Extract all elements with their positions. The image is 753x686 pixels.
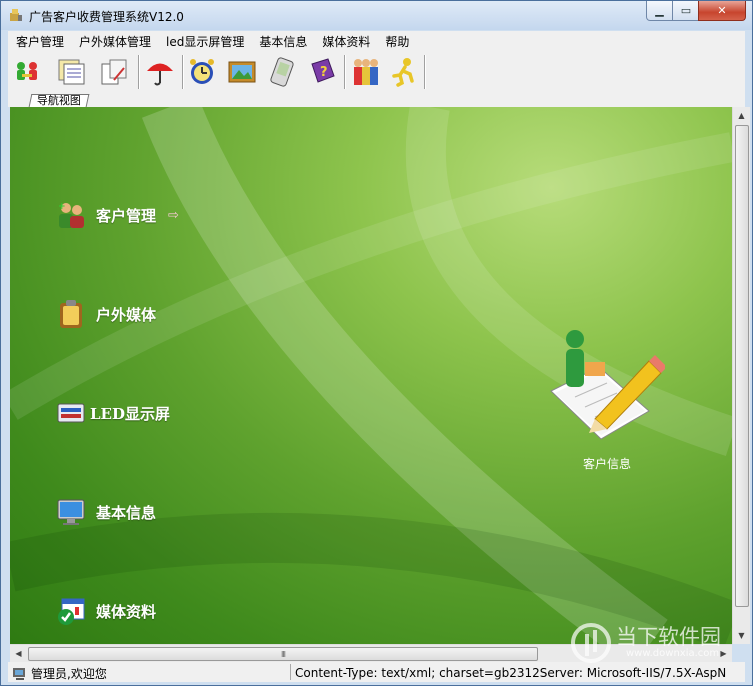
customer-info-icon[interactable]: [545, 327, 667, 452]
menu-bar: 客户管理 户外媒体管理 led显示屏管理 基本信息 媒体资料 帮助: [8, 31, 745, 50]
media-check-icon: [54, 594, 88, 628]
alarm-clock-icon: [190, 59, 214, 84]
toolbar-users-button[interactable]: [10, 54, 46, 90]
status-user-text: 管理员,欢迎您: [31, 667, 107, 681]
close-button[interactable]: ✕: [698, 1, 746, 21]
customer-icon: +: [54, 198, 88, 232]
nav-label-customer: 客户管理: [96, 206, 157, 225]
toolbar-help-button[interactable]: ?: [304, 54, 340, 90]
clipboard-icon: [54, 297, 88, 331]
scroll-left-arrow-icon[interactable]: ◀: [10, 645, 27, 662]
svg-text:?: ?: [320, 65, 328, 80]
scroll-up-arrow-icon[interactable]: ▲: [733, 107, 750, 124]
edit-documents-icon: [101, 59, 127, 85]
nav-label-basic-info: 基本信息: [96, 503, 157, 522]
nav-outdoor-media[interactable]: 户外媒体: [54, 297, 156, 331]
watermark-url: www.downxia.com: [626, 648, 720, 659]
menu-help[interactable]: 帮助: [377, 31, 416, 50]
help-book-icon: ?: [311, 58, 335, 83]
nav-led-screen[interactable]: LED显示屏: [54, 396, 170, 430]
tab-strip: 导航视图: [8, 94, 745, 107]
nav-label-media-data: 媒体资料: [96, 602, 157, 621]
status-divider: [290, 664, 291, 680]
exit-runner-icon: [392, 58, 414, 87]
watermark-text: 当下软件园: [616, 625, 721, 649]
tab-navigation-view[interactable]: 导航视图: [28, 94, 90, 107]
toolbar: ?: [8, 50, 745, 94]
arrow-right-icon: ⇨: [168, 207, 179, 223]
vertical-scroll-thumb[interactable]: [735, 125, 749, 607]
pda-icon: [270, 57, 294, 87]
computer-icon: [13, 667, 25, 680]
picture-icon: [228, 61, 256, 83]
documents-icon: [58, 59, 85, 85]
maximize-icon: ▭: [680, 4, 692, 17]
menu-led[interactable]: led显示屏管理: [158, 31, 251, 50]
title-bar[interactable]: 广告客户收费管理系统V12.0 ▁ ▭ ✕: [1, 1, 752, 30]
app-window: 广告客户收费管理系统V12.0 ▁ ▭ ✕ 客户管理 户外媒体管理 led显示屏…: [0, 0, 753, 686]
toolbar-pda-button[interactable]: [264, 54, 300, 90]
app-icon: [10, 9, 22, 21]
toolbar-documents-button[interactable]: [54, 54, 90, 90]
toolbar-edit-button[interactable]: [96, 54, 132, 90]
led-icon: [54, 396, 88, 430]
toolbar-separator: [424, 55, 426, 89]
toolbar-umbrella-button[interactable]: [142, 54, 178, 90]
users-icon: [17, 62, 37, 80]
nav-label-outdoor: 户外媒体: [96, 305, 157, 324]
svg-text:+: +: [58, 202, 66, 212]
nav-label-led: LED显示屏: [90, 404, 170, 423]
scroll-grip-icon: III: [280, 649, 286, 659]
customer-info-label[interactable]: 客户信息: [583, 455, 631, 472]
toolbar-separator: [138, 55, 140, 89]
toolbar-picture-button[interactable]: [224, 54, 260, 90]
menu-outdoor-media[interactable]: 户外媒体管理: [71, 31, 158, 50]
menu-basic-info[interactable]: 基本信息: [251, 31, 314, 50]
toolbar-exit-button[interactable]: [386, 54, 422, 90]
vertical-scrollbar[interactable]: ▲ ▼: [732, 107, 750, 644]
status-user: 管理员,欢迎您: [12, 665, 107, 682]
window-title: 广告客户收费管理系统V12.0: [29, 10, 184, 24]
nav-basic-info[interactable]: 基本信息: [54, 495, 156, 529]
menu-media-data[interactable]: 媒体资料: [314, 31, 377, 50]
minimize-button[interactable]: ▁: [646, 1, 673, 21]
umbrella-icon: [147, 63, 173, 86]
nav-customer-management[interactable]: + 客户管理 ⇨: [54, 198, 179, 232]
horizontal-scroll-thumb[interactable]: III: [28, 647, 538, 661]
menu-customer[interactable]: 客户管理: [8, 31, 71, 50]
maximize-button[interactable]: ▭: [672, 1, 700, 21]
nav-media-data[interactable]: 媒体资料: [54, 594, 156, 628]
group-icon: [354, 59, 378, 85]
toolbar-group-button[interactable]: [347, 54, 383, 90]
toolbar-alarm-button[interactable]: [184, 54, 220, 90]
toolbar-separator: [344, 55, 346, 89]
close-icon: ✕: [717, 4, 727, 17]
minimize-icon: ▁: [655, 4, 664, 17]
navigation-panel: + 客户管理 ⇨ 户外媒体 LED显示屏 基本信息 媒体资料 客户信息: [10, 107, 732, 644]
monitor-icon: [54, 495, 88, 529]
